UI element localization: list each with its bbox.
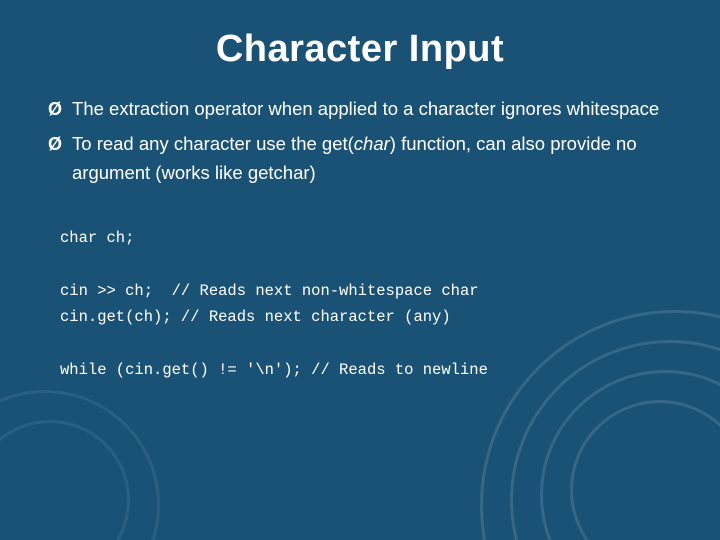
bullet-item-1: Ø The extraction operator when applied t… [48,95,672,124]
bullets-section: Ø The extraction operator when applied t… [48,95,672,193]
code-line-6: while (cin.get() != '\n'); // Reads to n… [60,357,672,383]
bullet-item-2: Ø To read any character use the get(char… [48,130,672,187]
bullet-text-1: The extraction operator when applied to … [72,95,672,124]
code-line-3: cin >> ch; // Reads next non-whitespace … [60,278,672,304]
bullet-arrow-2: Ø [48,131,62,159]
bullet2-italic: char [354,133,390,154]
code-line-1: char ch; [60,225,672,251]
bullet-arrow-1: Ø [48,96,62,124]
slide-title: Character Input [48,28,672,71]
bullet-text-2: To read any character use the get(char) … [72,130,672,187]
bullet2-text-before: To read any character use the get( [72,133,354,154]
code-block: char ch; cin >> ch; // Reads next non-wh… [48,219,672,389]
code-line-4: cin.get(ch); // Reads next character (an… [60,304,672,330]
slide-container: Character Input Ø The extraction operato… [0,0,720,540]
code-line-5 [60,331,672,357]
code-line-2 [60,252,672,278]
